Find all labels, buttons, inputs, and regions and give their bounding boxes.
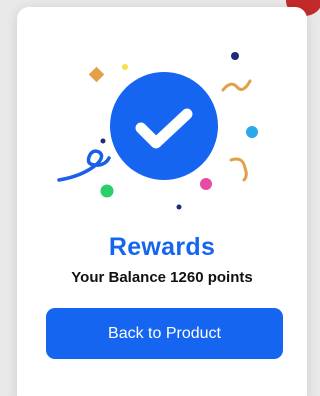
back-to-product-button[interactable]: Back to Product: [46, 308, 283, 359]
confetti-dot-green: [100, 184, 114, 198]
check-circle-icon: [110, 72, 218, 180]
confetti-dot-navy-2: [176, 204, 182, 210]
confetti-dot-yellow: [122, 64, 128, 70]
confetti-dot-pink: [200, 178, 212, 190]
confetti-squiggle-orange-2: [229, 157, 248, 182]
confetti-swirl-blue: [57, 149, 111, 182]
confetti-squiggle-orange: [221, 79, 252, 92]
confetti-dot-cyan: [246, 126, 258, 138]
points-balance: Your Balance 1260 points: [71, 269, 253, 286]
rewards-title: Rewards: [108, 233, 216, 261]
confetti-dot-navy: [231, 52, 239, 60]
confetti-dot-navy-3: [100, 138, 106, 144]
celebration-illustration: [57, 52, 258, 210]
confetti-diamond-orange: [88, 66, 105, 83]
rewards-card: Rewards Your Balance 1260 points Back to…: [17, 7, 307, 396]
